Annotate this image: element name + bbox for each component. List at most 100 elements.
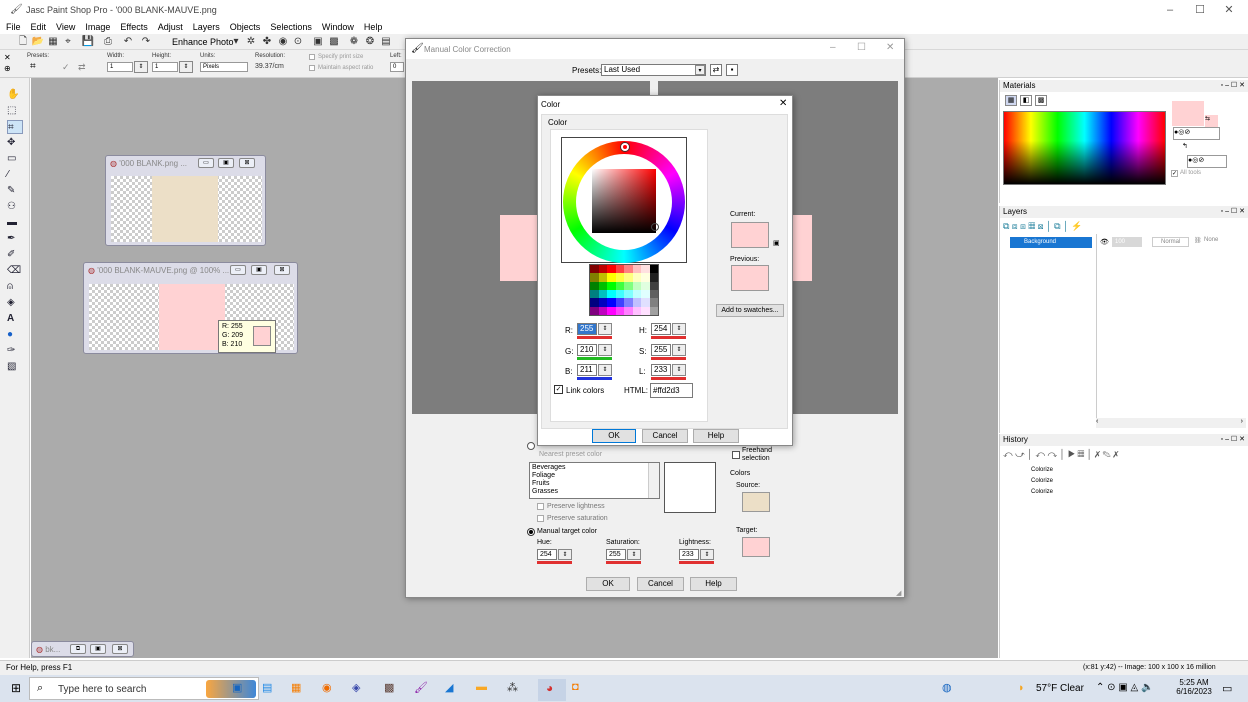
menu-window[interactable]: Window — [322, 22, 354, 32]
add-to-swatches-button[interactable]: Add to swatches... — [716, 304, 784, 317]
scan-icon[interactable]: ⌖ — [61, 36, 75, 48]
palette-cell[interactable] — [590, 306, 599, 315]
tray-icons[interactable]: ⌃ ⊙ ▣ ◬ 🔈 — [1096, 682, 1153, 693]
pan-tool-icon[interactable]: ✋ — [7, 88, 23, 102]
list-item[interactable]: Fruits — [532, 480, 550, 487]
palette-cell[interactable] — [590, 298, 599, 307]
eraser-tool-icon[interactable]: ⌫ — [7, 264, 23, 278]
menu-file[interactable]: File — [6, 22, 21, 32]
dodge-tool-icon[interactable]: ✐ — [7, 248, 23, 262]
save-icon[interactable]: 💾 — [81, 36, 95, 48]
palette-cell[interactable] — [598, 298, 607, 307]
palette-cell[interactable] — [598, 289, 607, 299]
preset-target-radio[interactable] — [527, 442, 535, 450]
palette-cell[interactable] — [607, 281, 616, 290]
mcc-maximize-button[interactable]: ☐ — [857, 42, 866, 53]
palette-cell[interactable] — [641, 306, 650, 315]
preset-list[interactable]: Beverages Foliage Fruits Grasses — [529, 462, 660, 499]
app-icon[interactable]: ◘ — [572, 681, 579, 693]
red-eye-icon[interactable]: ◉ — [276, 36, 290, 48]
app-icon[interactable]: ▩ — [384, 681, 394, 694]
palette-cell[interactable] — [607, 273, 616, 282]
app-icon[interactable]: ◈ — [352, 681, 360, 694]
l-spin[interactable]: ⇕ — [672, 364, 686, 376]
visibility-eye-icon[interactable]: 👁 — [1100, 238, 1109, 246]
freehand-checkbox[interactable] — [732, 451, 740, 459]
marquee-tool-icon[interactable]: ▭ — [7, 152, 23, 166]
doc-maximize-button[interactable]: ▣ — [251, 265, 267, 275]
palette-cell[interactable] — [624, 273, 633, 282]
menu-selections[interactable]: Selections — [270, 22, 312, 32]
doc-minimize-button[interactable]: ▭ — [198, 158, 214, 168]
mcc-cancel-button[interactable]: Cancel — [637, 577, 684, 591]
palette-cell[interactable] — [624, 306, 633, 315]
doc-maximize-button[interactable]: ▣ — [218, 158, 234, 168]
tray-app-icon[interactable]: ◍ — [942, 681, 952, 694]
saturation-spin[interactable]: ⇕ — [627, 549, 641, 560]
mcc-help-button[interactable]: Help — [690, 577, 737, 591]
folder-icon[interactable]: ▬ — [476, 681, 487, 693]
history-tools-icons[interactable]: ⤺ ⤻ │ ↶ ↷ │ ▶ ▦ │ ✗ ✎ ✗ — [1003, 449, 1118, 460]
saturation-lightness-square[interactable] — [592, 169, 656, 233]
frame-tab-icon[interactable]: ▦ — [1005, 95, 1017, 106]
shape-tool-icon[interactable]: ● — [7, 328, 23, 342]
psp-taskbar-icon[interactable]: 🖌 — [414, 681, 428, 694]
apply-check-icon[interactable]: ✓ — [62, 62, 70, 73]
color-balance-icon[interactable]: ✤ — [260, 36, 274, 48]
clone-brush-icon[interactable]: ⚇ — [7, 200, 23, 214]
palette-cell[interactable] — [590, 281, 599, 290]
paint-brush-icon[interactable]: ✎ — [7, 184, 23, 198]
saturation-input[interactable]: 255 — [606, 549, 626, 560]
palette-cell[interactable] — [649, 273, 658, 282]
link-icon[interactable]: ⛓ — [1194, 237, 1202, 244]
explorer-app-icon[interactable]: ▦ — [291, 681, 301, 694]
fill-tool-icon[interactable]: ◈ — [7, 296, 23, 310]
list-scrollbar[interactable] — [648, 463, 659, 498]
history-item[interactable]: Colorize — [1001, 465, 1248, 475]
doc-window-mauve[interactable]: ◍ '000 BLANK-MAUVE.png @ 100% ... ▭ ▣ ⊠ … — [83, 262, 298, 354]
history-item[interactable]: Colorize — [1001, 476, 1248, 486]
text-tool-icon[interactable]: A — [7, 312, 23, 326]
palette-cell[interactable] — [598, 306, 607, 315]
basic-color-palette[interactable] — [589, 264, 659, 316]
taskbar-search[interactable]: ⌕ Type here to search — [29, 677, 259, 700]
palette-cell[interactable] — [615, 281, 624, 290]
hue-input[interactable]: 254 — [537, 549, 557, 560]
palette-cell[interactable] — [641, 298, 650, 307]
crop-preset-icon[interactable]: ⌗ — [30, 61, 36, 72]
palette-cell[interactable] — [632, 281, 641, 290]
mcc-minimize-button[interactable]: – — [830, 42, 836, 53]
palette-cell[interactable] — [590, 265, 599, 274]
close-options-icon[interactable]: ✕ — [4, 53, 11, 62]
reset-icon[interactable]: ⇄ — [78, 62, 86, 73]
g-input[interactable]: 210 — [577, 344, 597, 356]
doc-maximize-button[interactable]: ▣ — [90, 644, 106, 654]
l-input[interactable]: 233 — [651, 364, 671, 376]
doc-close-button[interactable]: ⊠ — [239, 158, 255, 168]
photos-app-icon[interactable]: ▤ — [262, 681, 272, 694]
previous-swatch[interactable] — [731, 265, 769, 291]
s-input[interactable]: 255 — [651, 344, 671, 356]
weather-text[interactable]: 57°F Clear — [1036, 683, 1084, 694]
canvas-blank[interactable] — [111, 176, 262, 242]
print-size-checkbox[interactable] — [309, 54, 315, 60]
layer-tools-icons[interactable]: ⧉ ⧈ ⧆ ▦ ⊠ │ ⧉ │ ⚡ — [1003, 221, 1082, 232]
hue-spin[interactable]: ⇕ — [558, 549, 572, 560]
selection-tool-icon[interactable]: ⬚ — [7, 104, 23, 118]
color-close-button[interactable]: ✕ — [779, 98, 787, 109]
chevron-down-icon[interactable]: ▾ — [695, 65, 705, 75]
smart-carver-icon[interactable]: ⍝ — [7, 280, 23, 294]
menu-edit[interactable]: Edit — [31, 22, 47, 32]
height-spin[interactable]: ⇕ — [179, 61, 193, 73]
menu-adjust[interactable]: Adjust — [158, 22, 183, 32]
rainbow-tab-icon[interactable]: ◧ — [1020, 95, 1032, 106]
list-item[interactable]: Beverages — [532, 464, 565, 471]
palette-cell[interactable] — [615, 273, 624, 282]
source-swatch[interactable] — [742, 492, 770, 512]
palette-cell[interactable] — [607, 265, 616, 274]
menu-help[interactable]: Help — [364, 22, 383, 32]
menu-layers[interactable]: Layers — [193, 22, 220, 32]
close-button[interactable]: ✕ — [1214, 0, 1244, 19]
maximize-button[interactable]: ☐ — [1185, 0, 1215, 19]
width-spin[interactable]: ⇕ — [134, 61, 148, 73]
